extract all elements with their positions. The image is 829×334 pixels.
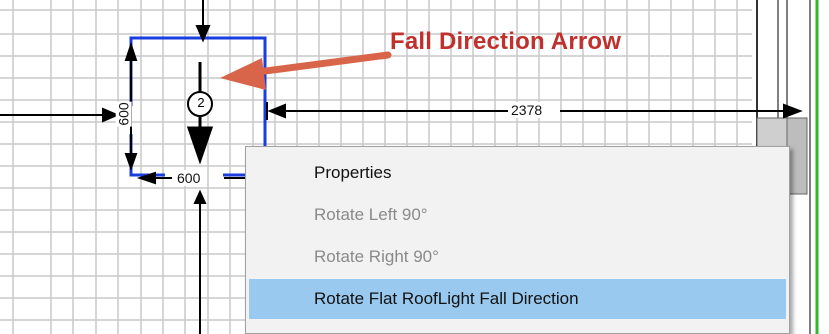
- menu-item-properties[interactable]: Properties: [249, 153, 786, 193]
- vertical-dimension-label: 600: [115, 101, 132, 127]
- menu-item-rotate-right[interactable]: Rotate Right 90°: [249, 237, 786, 277]
- horizontal-dimension-label: 2378: [508, 102, 546, 118]
- fall-direction-callout: Fall Direction Arrow: [390, 28, 622, 55]
- bottom-dimension-label: 600: [174, 170, 204, 186]
- context-menu: Properties Rotate Left 90° Rotate Right …: [245, 146, 790, 334]
- menu-item-rotate-fall-direction[interactable]: Rotate Flat RoofLight Fall Direction: [249, 279, 786, 319]
- menu-item-rotate-left[interactable]: Rotate Left 90°: [249, 195, 786, 235]
- rooflight-marker-label: 2: [197, 95, 205, 110]
